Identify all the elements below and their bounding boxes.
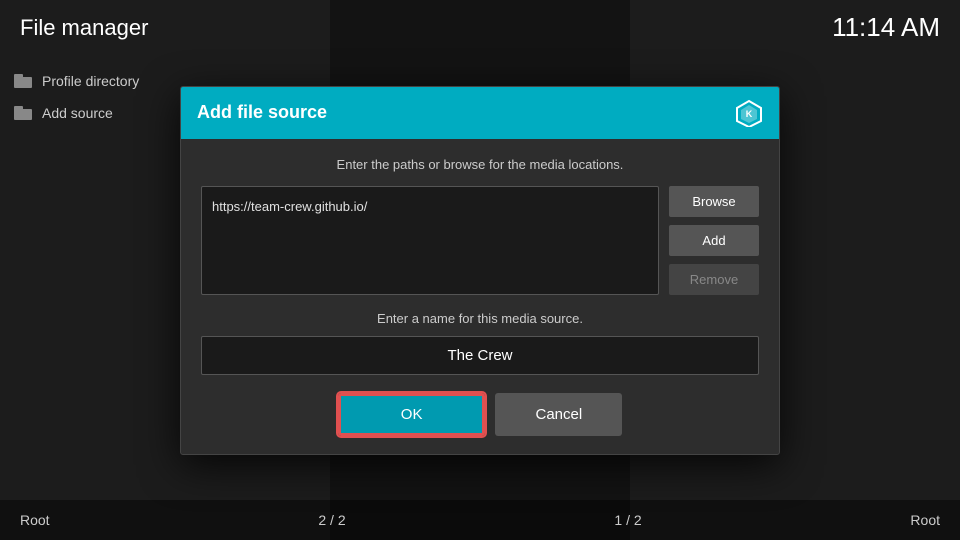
name-input[interactable]: The Crew: [201, 336, 759, 375]
add-button[interactable]: Add: [669, 225, 759, 256]
modal-header: Add file source K: [181, 87, 779, 139]
url-list-box[interactable]: https://team-crew.github.io/: [201, 186, 659, 295]
browse-button[interactable]: Browse: [669, 186, 759, 217]
paths-instruction: Enter the paths or browse for the media …: [201, 157, 759, 172]
add-file-source-dialog: Add file source K Enter the paths or bro…: [180, 86, 780, 455]
modal-title: Add file source: [197, 102, 327, 123]
action-buttons: OK Cancel: [201, 393, 759, 436]
url-buttons: Browse Add Remove: [669, 186, 759, 295]
kodi-logo-icon: K: [735, 99, 763, 127]
modal-overlay: Add file source K Enter the paths or bro…: [0, 0, 960, 540]
remove-button[interactable]: Remove: [669, 264, 759, 295]
name-instruction: Enter a name for this media source.: [201, 311, 759, 326]
url-item[interactable]: https://team-crew.github.io/: [212, 195, 648, 218]
cancel-button[interactable]: Cancel: [495, 393, 622, 436]
modal-body: Enter the paths or browse for the media …: [181, 139, 779, 454]
svg-text:K: K: [746, 109, 753, 119]
url-row: https://team-crew.github.io/ Browse Add …: [201, 186, 759, 295]
ok-button[interactable]: OK: [338, 393, 486, 436]
